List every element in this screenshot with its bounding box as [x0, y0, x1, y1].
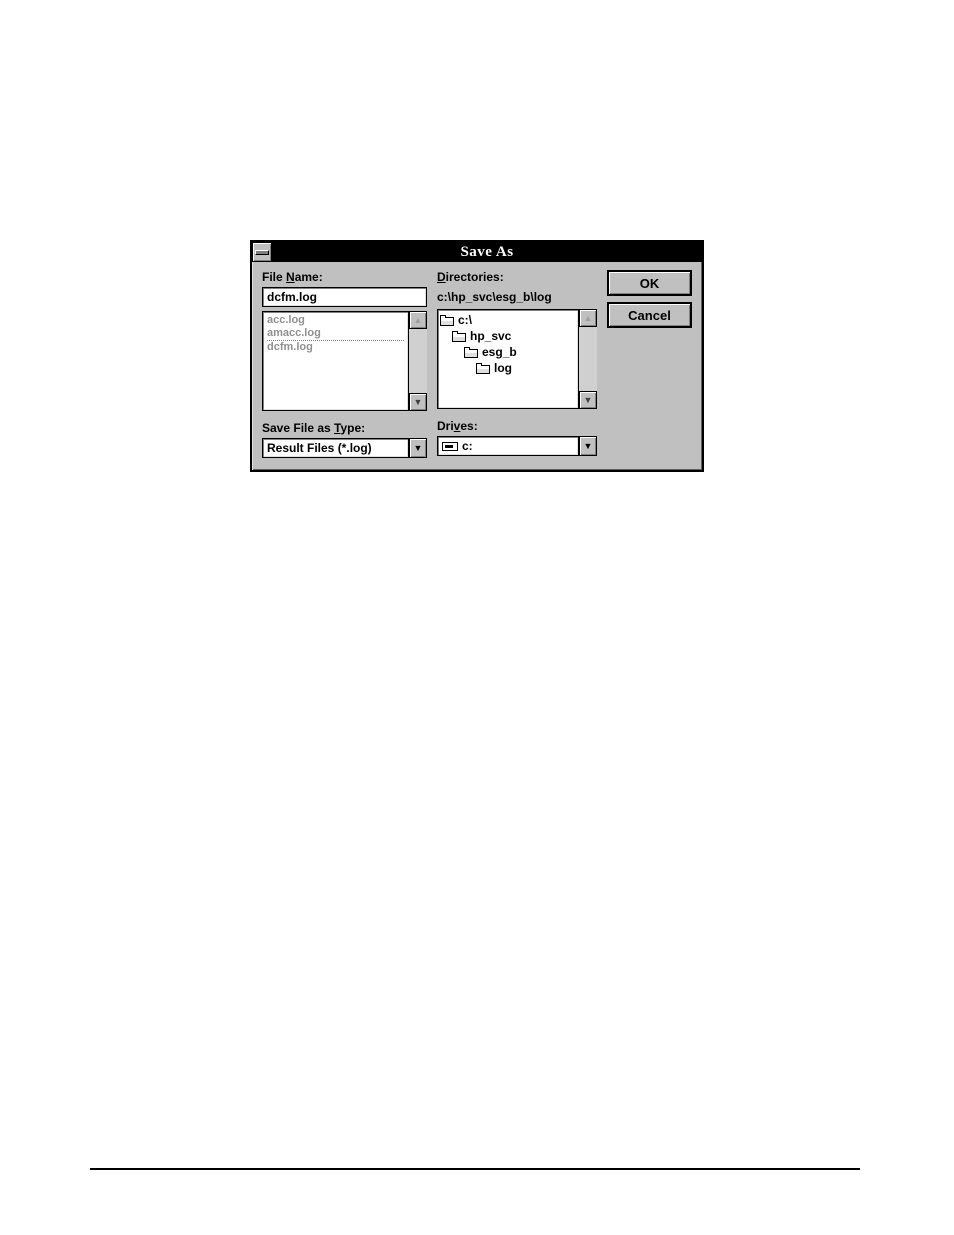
save-as-dialog: Save As File Name: acc.log amacc.log dcf… [250, 240, 704, 472]
file-name-label: File Name: [262, 270, 427, 284]
file-list[interactable]: acc.log amacc.log dcfm.log [262, 311, 409, 411]
save-type-combo[interactable]: Result Files (*.log) ▼ [262, 438, 427, 458]
cancel-button[interactable]: Cancel [607, 302, 692, 328]
titlebar: Save As [252, 242, 702, 262]
dialog-title: Save As [272, 244, 702, 261]
drives-value: c: [462, 439, 473, 453]
drives-combo[interactable]: c: ▼ [437, 436, 597, 456]
folder-open-icon [476, 363, 490, 374]
folder-open-icon [452, 331, 466, 342]
system-menu-icon [255, 250, 269, 255]
scroll-down-icon[interactable]: ▼ [579, 391, 597, 409]
tree-item[interactable]: hp_svc [440, 328, 576, 344]
dropdown-icon[interactable]: ▼ [579, 436, 597, 456]
page-divider [90, 1168, 860, 1170]
save-type-value: Result Files (*.log) [267, 441, 372, 455]
drives-label: Drives: [437, 419, 597, 433]
tree-item[interactable]: c:\ [440, 312, 576, 328]
folder-open-icon [464, 347, 478, 358]
drive-icon [442, 442, 458, 451]
directories-label: Directories: [437, 270, 597, 284]
file-list-scrollbar[interactable]: ▲ ▼ [409, 311, 427, 411]
list-item[interactable]: amacc.log [267, 327, 404, 341]
ok-button[interactable]: OK [607, 270, 692, 296]
folder-open-icon [440, 315, 454, 326]
directory-tree[interactable]: c:\ hp_svc esg_b log [437, 309, 579, 409]
directory-scrollbar[interactable]: ▲ ▼ [579, 309, 597, 409]
tree-item[interactable]: esg_b [440, 344, 576, 360]
tree-item[interactable]: log [440, 360, 576, 376]
current-path: c:\hp_svc\esg_b\log [437, 287, 597, 307]
scroll-up-icon[interactable]: ▲ [579, 309, 597, 327]
dropdown-icon[interactable]: ▼ [409, 438, 427, 458]
scroll-down-icon[interactable]: ▼ [409, 393, 427, 411]
scroll-up-icon[interactable]: ▲ [409, 311, 427, 329]
list-item[interactable]: acc.log [267, 314, 305, 326]
file-name-input[interactable] [262, 287, 427, 307]
system-menu-button[interactable] [252, 242, 272, 262]
save-type-label: Save File as Type: [262, 421, 427, 435]
list-item[interactable]: dcfm.log [267, 341, 313, 353]
